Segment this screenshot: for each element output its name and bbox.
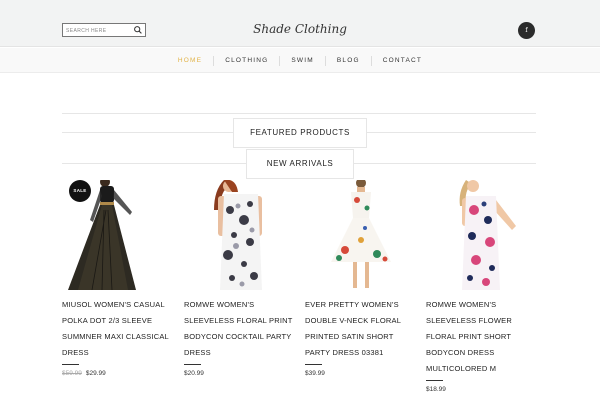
current-price: $20.99 <box>184 370 204 377</box>
product-card[interactable]: ROMWE WOMEN'S SLEEVELESS FLORAL PRINT BO… <box>184 180 296 379</box>
product-image[interactable] <box>305 180 417 290</box>
main-nav: HOME CLOTHING SWIM BLOG CONTACT <box>0 48 600 73</box>
current-price: $18.99 <box>426 386 446 393</box>
product-price: $39.99 <box>305 369 417 379</box>
tab-new-arrivals[interactable]: NEW ARRIVALS <box>246 149 354 179</box>
title-underline <box>184 364 201 365</box>
nav-item-swim[interactable]: SWIM <box>279 55 325 66</box>
product-price: $20.99 <box>184 369 296 379</box>
nav-item-contact[interactable]: CONTACT <box>370 55 433 66</box>
product-price: $59.99 $29.99 <box>62 369 174 379</box>
title-underline <box>305 364 322 365</box>
top-header: Shade Clothing f <box>0 0 600 47</box>
sale-badge: SALE <box>69 180 91 202</box>
product-image[interactable] <box>184 180 296 290</box>
facebook-icon[interactable]: f <box>518 22 535 39</box>
product-price: $18.99 <box>426 385 538 395</box>
product-title[interactable]: EVER PRETTY WOMEN'S DOUBLE V-NECK FLORAL… <box>305 297 417 361</box>
title-underline <box>426 380 443 381</box>
product-photo-satin-party-dress <box>331 180 391 288</box>
product-card[interactable]: EVER PRETTY WOMEN'S DOUBLE V-NECK FLORAL… <box>305 180 417 379</box>
nav-item-clothing[interactable]: CLOTHING <box>213 55 279 66</box>
nav-item-home[interactable]: HOME <box>167 56 213 66</box>
product-photo-flower-bodycon-dress <box>459 180 516 290</box>
nav-item-blog[interactable]: BLOG <box>324 55 371 66</box>
product-title[interactable]: ROMWE WOMEN'S SLEEVELESS FLORAL PRINT BO… <box>184 297 296 361</box>
current-price: $39.99 <box>305 370 325 377</box>
product-card[interactable]: ROMWE WOMEN'S SLEEVELESS FLOWER FLORAL P… <box>426 180 538 395</box>
product-card[interactable]: SALE MIUSOL WOMEN'S CASUAL POLKA DOT 2/3… <box>62 180 174 379</box>
product-title[interactable]: MIUSOL WOMEN'S CASUAL POLKA DOT 2/3 SLEE… <box>62 297 174 361</box>
product-photo-floral-bodycon-dress <box>214 180 262 290</box>
product-image[interactable] <box>426 180 538 290</box>
tab-featured-products[interactable]: FEATURED PRODUCTS <box>233 118 367 148</box>
divider-line <box>62 113 536 114</box>
product-title[interactable]: ROMWE WOMEN'S SLEEVELESS FLOWER FLORAL P… <box>426 297 538 377</box>
old-price: $59.99 <box>62 370 82 377</box>
current-price: $29.99 <box>85 370 106 377</box>
product-image[interactable]: SALE <box>62 180 174 290</box>
title-underline <box>62 364 79 365</box>
site-logo[interactable]: Shade Clothing <box>0 22 600 36</box>
